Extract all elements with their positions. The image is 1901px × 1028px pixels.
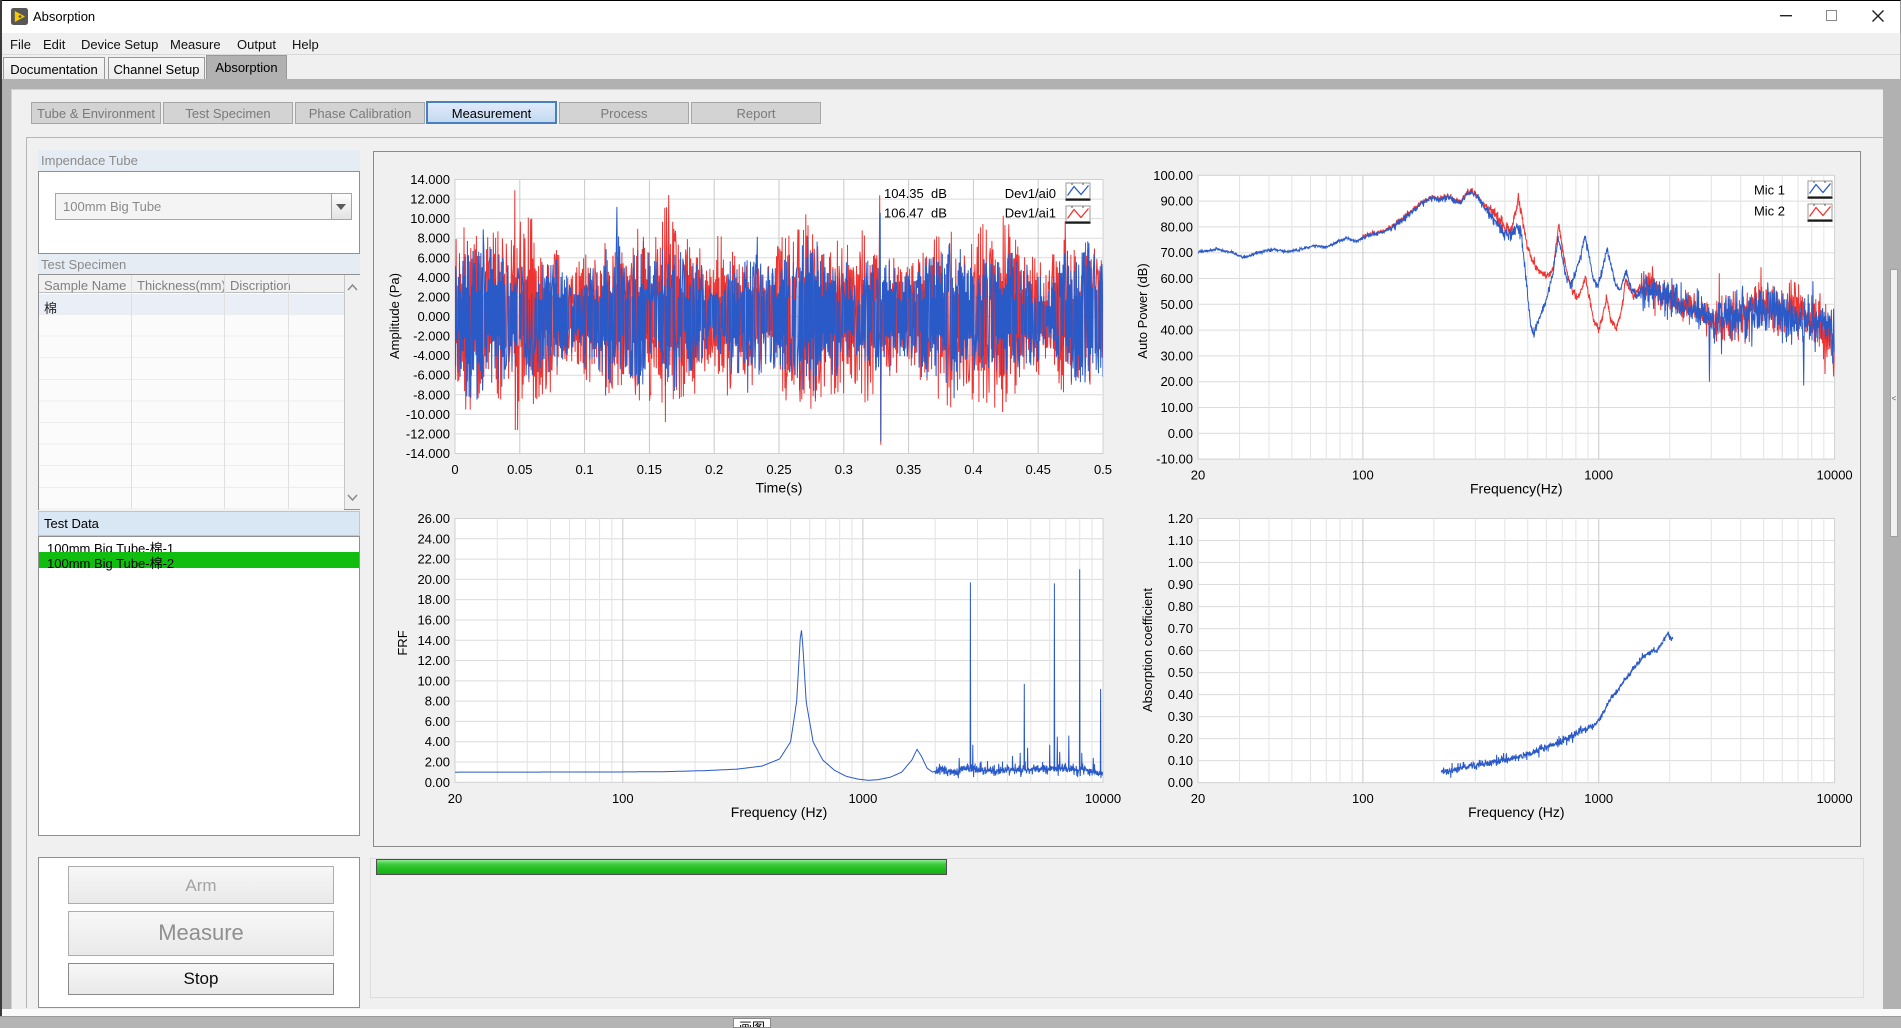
svg-text:14.000: 14.000: [410, 172, 450, 187]
svg-text:22.00: 22.00: [417, 552, 450, 567]
svg-text:0.00: 0.00: [1168, 775, 1193, 790]
svg-text:30.00: 30.00: [1160, 348, 1193, 363]
svg-text:16.00: 16.00: [417, 613, 450, 628]
svg-text:4.000: 4.000: [417, 270, 450, 285]
svg-text:24.00: 24.00: [417, 531, 450, 546]
svg-text:1000: 1000: [1584, 468, 1613, 483]
svg-text:0.15: 0.15: [637, 462, 662, 477]
svg-text:100: 100: [1352, 791, 1374, 806]
svg-text:2.000: 2.000: [417, 289, 450, 304]
svg-text:FRF: FRF: [395, 630, 410, 655]
svg-text:14.00: 14.00: [417, 633, 450, 648]
svg-text:0.35: 0.35: [896, 462, 921, 477]
svg-text:10000: 10000: [1085, 791, 1121, 806]
svg-text:0.25: 0.25: [766, 462, 791, 477]
svg-text:20.00: 20.00: [417, 572, 450, 587]
svg-text:-4.000: -4.000: [413, 348, 450, 363]
svg-text:-6.000: -6.000: [413, 368, 450, 383]
svg-text:40.00: 40.00: [1160, 323, 1193, 338]
svg-text:26.00: 26.00: [417, 511, 450, 526]
svg-text:20: 20: [1191, 791, 1205, 806]
svg-text:-8.000: -8.000: [413, 387, 450, 402]
svg-text:1.00: 1.00: [1168, 555, 1193, 570]
svg-text:2.00: 2.00: [425, 755, 450, 770]
svg-text:20: 20: [1191, 468, 1205, 483]
svg-text:Time(s): Time(s): [756, 480, 803, 496]
svg-text:-10.00: -10.00: [1156, 452, 1193, 467]
svg-text:Auto Power (dB): Auto Power (dB): [1135, 263, 1150, 358]
svg-text:4.00: 4.00: [425, 734, 450, 749]
svg-text:20.00: 20.00: [1160, 374, 1193, 389]
svg-text:104.35 dB: 104.35 dB: [884, 186, 947, 201]
svg-text:70.00: 70.00: [1160, 245, 1193, 260]
svg-text:0.4: 0.4: [964, 462, 982, 477]
svg-text:0.3: 0.3: [835, 462, 853, 477]
svg-text:8.00: 8.00: [425, 694, 450, 709]
svg-text:90.00: 90.00: [1160, 194, 1193, 209]
svg-text:10.000: 10.000: [410, 211, 450, 226]
svg-text:0.80: 0.80: [1168, 599, 1193, 614]
svg-text:0.00: 0.00: [1168, 426, 1193, 441]
svg-text:6.000: 6.000: [417, 250, 450, 265]
svg-text:-10.000: -10.000: [406, 407, 450, 422]
svg-text:Mic 2: Mic 2: [1754, 204, 1785, 219]
svg-text:1.10: 1.10: [1168, 533, 1193, 548]
svg-text:0.70: 0.70: [1168, 621, 1193, 636]
svg-text:Frequency (Hz): Frequency (Hz): [731, 804, 827, 820]
svg-text:0.50: 0.50: [1168, 665, 1193, 680]
svg-text:Absorption coefficient: Absorption coefficient: [1140, 588, 1155, 712]
svg-text:10.00: 10.00: [417, 673, 450, 688]
svg-text:0.10: 0.10: [1168, 753, 1193, 768]
svg-text:0.60: 0.60: [1168, 643, 1193, 658]
svg-text:50.00: 50.00: [1160, 297, 1193, 312]
svg-text:12.000: 12.000: [410, 192, 450, 207]
svg-text:1000: 1000: [848, 791, 877, 806]
svg-text:106.47 dB: 106.47 dB: [884, 206, 947, 221]
svg-text:80.00: 80.00: [1160, 219, 1193, 234]
svg-text:8.000: 8.000: [417, 231, 450, 246]
svg-text:0.05: 0.05: [507, 462, 532, 477]
svg-text:6.00: 6.00: [425, 714, 450, 729]
svg-text:10000: 10000: [1817, 791, 1853, 806]
svg-text:0.2: 0.2: [705, 462, 723, 477]
svg-text:0.5: 0.5: [1094, 462, 1112, 477]
svg-text:100: 100: [1352, 468, 1374, 483]
svg-text:Frequency (Hz): Frequency (Hz): [1468, 804, 1564, 820]
svg-text:0.00: 0.00: [425, 775, 450, 790]
svg-text:0: 0: [451, 462, 458, 477]
svg-text:20: 20: [448, 791, 462, 806]
svg-text:Mic 1: Mic 1: [1754, 183, 1785, 198]
svg-text:0.90: 0.90: [1168, 577, 1193, 592]
svg-text:100: 100: [612, 791, 634, 806]
svg-text:Amplitude (Pa): Amplitude (Pa): [387, 273, 402, 359]
svg-text:10000: 10000: [1817, 468, 1853, 483]
svg-text:-2.000: -2.000: [413, 329, 450, 344]
svg-text:18.00: 18.00: [417, 592, 450, 607]
svg-text:0.1: 0.1: [576, 462, 594, 477]
svg-text:12.00: 12.00: [417, 653, 450, 668]
svg-text:1000: 1000: [1584, 791, 1613, 806]
svg-text:0.20: 0.20: [1168, 731, 1193, 746]
svg-text:Dev1/ai1: Dev1/ai1: [1005, 206, 1056, 221]
svg-text:0.45: 0.45: [1026, 462, 1051, 477]
svg-text:-14.000: -14.000: [406, 446, 450, 461]
svg-text:10.00: 10.00: [1160, 400, 1193, 415]
svg-text:Frequency(Hz): Frequency(Hz): [1470, 481, 1563, 497]
svg-text:0.40: 0.40: [1168, 687, 1193, 702]
svg-text:Dev1/ai0: Dev1/ai0: [1005, 186, 1056, 201]
svg-text:100.00: 100.00: [1153, 168, 1193, 183]
svg-text:-12.000: -12.000: [406, 426, 450, 441]
svg-text:1.20: 1.20: [1168, 511, 1193, 526]
svg-text:0.000: 0.000: [417, 309, 450, 324]
svg-text:60.00: 60.00: [1160, 271, 1193, 286]
svg-text:0.30: 0.30: [1168, 709, 1193, 724]
